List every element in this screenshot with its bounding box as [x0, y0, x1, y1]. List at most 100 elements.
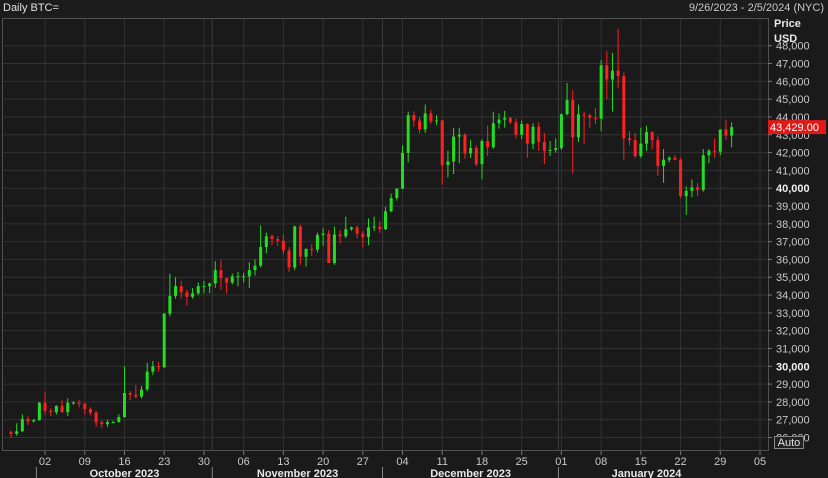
candle-body — [440, 120, 444, 166]
candle-body — [599, 65, 603, 119]
candle-body — [276, 238, 280, 241]
candle-body — [486, 140, 490, 148]
candle-body — [168, 295, 172, 314]
y-tick-label: 35,000 — [776, 272, 810, 284]
candle-body — [242, 276, 246, 278]
candle-body — [361, 233, 365, 238]
candle-body — [315, 234, 319, 250]
candle-body — [43, 402, 47, 411]
candle-body — [60, 405, 64, 413]
candle-body — [253, 265, 257, 271]
candle-body — [71, 402, 75, 404]
candle-body — [474, 148, 478, 165]
candle-body — [259, 246, 263, 266]
candle-body — [724, 129, 728, 136]
candle-body — [293, 226, 297, 268]
candle-body — [230, 276, 234, 283]
candle-body — [338, 234, 342, 237]
x-tick-label: 20 — [317, 456, 329, 468]
month-label: January 2024 — [612, 468, 683, 478]
y-tick-label: 40,000 — [776, 183, 810, 195]
x-tick-label: 25 — [516, 456, 528, 468]
y-tick-label: 41,000 — [776, 165, 810, 177]
candle-body — [650, 132, 654, 141]
candle-body — [435, 120, 439, 122]
candle-body — [401, 152, 405, 189]
x-tick-label: 16 — [118, 456, 130, 468]
candle-body — [327, 233, 331, 263]
candle-body — [469, 148, 473, 154]
y-tick-label: 29,000 — [776, 379, 810, 391]
candle-body — [94, 412, 98, 423]
candle-body — [117, 417, 121, 423]
last-price-label: 43,429.00 — [770, 122, 819, 134]
candle-body — [355, 227, 359, 234]
candle-body — [247, 270, 251, 277]
candle-body — [503, 117, 507, 120]
candle-body — [208, 283, 212, 287]
candle-body — [491, 123, 495, 148]
candle-body — [684, 190, 688, 197]
candle-body — [287, 250, 291, 268]
candle-body — [395, 188, 399, 198]
candle-body — [145, 371, 149, 390]
candle-body — [423, 113, 427, 130]
y-tick-label: 48,000 — [776, 41, 810, 53]
y-tick-label: 34,000 — [776, 290, 810, 302]
candle-body — [157, 366, 161, 368]
candle-body — [701, 155, 705, 190]
candle-body — [508, 117, 512, 123]
candle-body — [49, 410, 53, 413]
candle-body — [418, 120, 422, 130]
y-tick-label: 39,000 — [776, 201, 810, 213]
auto-scale-button[interactable]: Auto — [774, 436, 804, 449]
candle-body — [384, 211, 387, 230]
candle-body — [298, 226, 302, 257]
x-tick-label: 30 — [198, 456, 210, 468]
candle-body — [531, 126, 535, 144]
candle-body — [673, 157, 677, 160]
candle-body — [497, 119, 501, 124]
x-tick-label: 11 — [437, 456, 448, 468]
candle-body — [105, 422, 109, 425]
candle-body — [134, 394, 138, 397]
candle-body — [77, 402, 81, 404]
candle-body — [679, 159, 683, 197]
candle-body — [730, 127, 734, 136]
x-tick-label: 18 — [476, 456, 488, 468]
candle-body — [463, 134, 467, 154]
y-tick-label: 33,000 — [776, 308, 810, 320]
x-tick-label: 09 — [79, 456, 91, 468]
x-tick-label: 27 — [357, 456, 369, 468]
candle-body — [304, 248, 308, 257]
candle-body — [122, 393, 126, 418]
candle-body — [520, 124, 524, 135]
x-tick-label: 04 — [396, 456, 408, 468]
candle-body — [88, 409, 92, 413]
candle-body — [37, 402, 41, 421]
candle-body — [179, 286, 183, 293]
candle-body — [616, 70, 620, 76]
candle-body — [128, 393, 132, 395]
y-tick-label: 27,000 — [776, 415, 810, 427]
x-tick-label: 05 — [754, 456, 766, 468]
candle-body — [15, 431, 19, 434]
candle-body — [452, 136, 456, 162]
candle-body — [537, 126, 541, 142]
candle-body — [554, 148, 558, 150]
candle-body — [191, 293, 195, 297]
candle-body — [645, 132, 649, 144]
candle-body — [185, 292, 189, 297]
candle-body — [349, 227, 353, 230]
month-label: November 2023 — [257, 468, 338, 478]
candle-body — [571, 100, 575, 138]
candle-body — [662, 159, 666, 166]
y-tick-label: 42,000 — [776, 148, 810, 160]
candle-body — [633, 140, 637, 157]
candle-body — [100, 422, 104, 425]
y-tick-label: 32,000 — [776, 326, 810, 338]
candle-body — [236, 276, 240, 278]
candle-body — [111, 422, 115, 424]
candle-body — [9, 432, 13, 434]
y-tick-label: 38,000 — [776, 219, 810, 231]
